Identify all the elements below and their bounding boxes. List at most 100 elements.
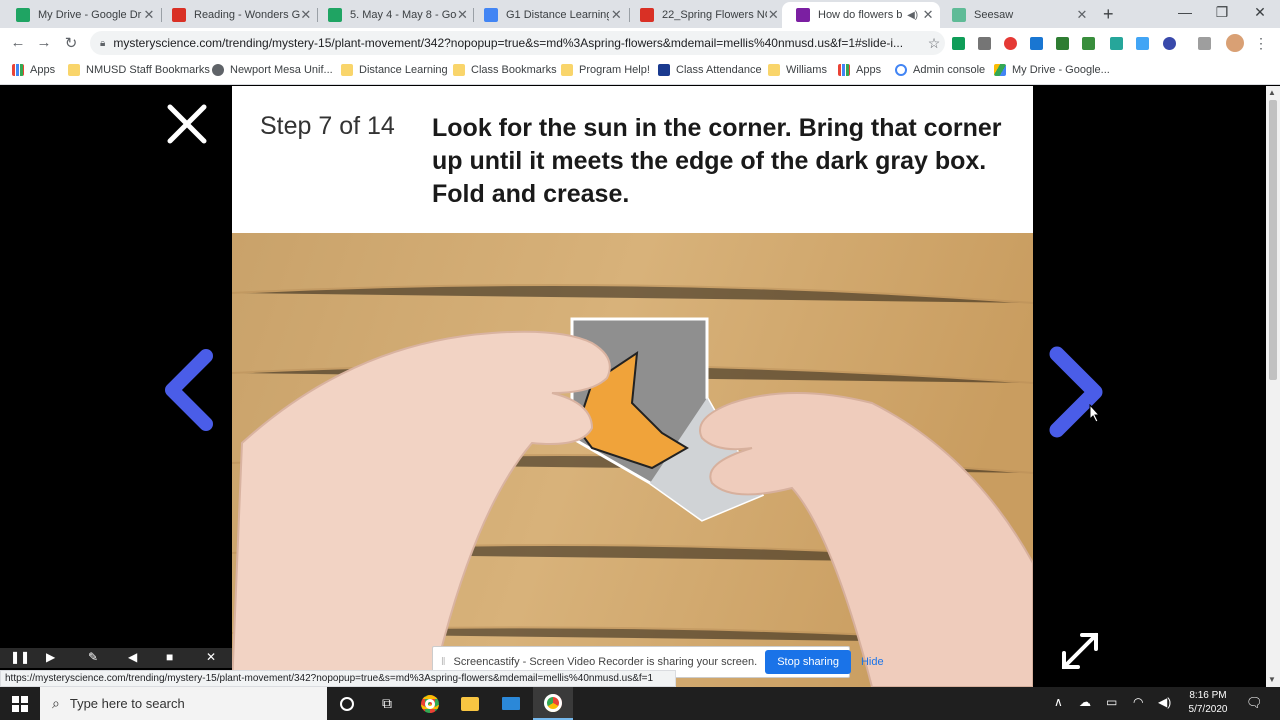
bookmark-label: NMUSD Staff Bookmarks: [86, 64, 210, 76]
scroll-up-icon[interactable]: ▲: [1268, 88, 1276, 97]
search-placeholder: Type here to search: [69, 696, 185, 711]
bookmark-distance-learning[interactable]: Distance Learning: [341, 64, 448, 76]
show-hidden-icons-icon[interactable]: ∧: [1054, 695, 1063, 709]
scroll-down-icon[interactable]: ▼: [1268, 675, 1276, 684]
close-tab-icon[interactable]: ✕: [300, 7, 312, 23]
video-controls-bar: ❚❚ ▶ ✎ ◀ ■ ✕: [0, 648, 232, 668]
tab-how-do-flowers[interactable]: How do flowers bloom? ◀) ✕: [782, 2, 940, 28]
drag-handle-icon[interactable]: ‖: [441, 656, 446, 668]
stop-sharing-button[interactable]: Stop sharing: [765, 650, 851, 674]
tab-seesaw[interactable]: Seesaw ✕: [938, 2, 1096, 28]
close-icon[interactable]: [165, 102, 209, 146]
extension-icon[interactable]: [1110, 37, 1123, 50]
taskbar-search[interactable]: ⌕ Type here to search: [40, 687, 327, 720]
tab-my-drive[interactable]: My Drive - Google Drive ✕: [2, 2, 162, 28]
file-explorer-icon[interactable]: [450, 687, 490, 720]
bookmark-apps-2[interactable]: Apps: [838, 64, 881, 76]
close-tab-icon[interactable]: ✕: [922, 7, 934, 23]
bookmark-admin-console[interactable]: Admin console: [895, 64, 985, 76]
extension-icon[interactable]: [1030, 37, 1043, 50]
close-window-icon[interactable]: ✕: [1250, 4, 1270, 21]
avatar[interactable]: [1226, 34, 1244, 52]
speaker-icon[interactable]: ◀): [907, 10, 918, 21]
tab-may-drive[interactable]: 5. May 4 - May 8 - Google Drive ✕: [314, 2, 474, 28]
tab-title: G1 Distance Learning: [506, 9, 609, 21]
address-bar[interactable]: 🔒︎ mysteryscience.com/trending/mystery-1…: [90, 31, 945, 55]
close-tab-icon[interactable]: ✕: [457, 7, 468, 23]
bookmark-program-help[interactable]: Program Help!: [561, 64, 650, 76]
previous-slide-arrow-icon[interactable]: [160, 348, 216, 432]
hide-button[interactable]: Hide: [861, 656, 884, 668]
menu-kebab-icon[interactable]: ⋮: [1254, 35, 1268, 52]
google-icon: [895, 64, 907, 76]
mail-icon[interactable]: [491, 687, 531, 720]
bookmark-apps[interactable]: Apps: [12, 64, 55, 76]
browser-toolbar: ← → ↻ 🔒︎ mysteryscience.com/trending/mys…: [0, 28, 1280, 58]
tab-title: Reading - Wonders Grade 1: [194, 9, 300, 21]
minimize-icon[interactable]: —: [1175, 4, 1195, 20]
speaker-icon[interactable]: ◀: [128, 650, 137, 664]
drive-icon: [328, 8, 342, 22]
pen-icon[interactable]: ✎: [88, 650, 98, 664]
extension-icon[interactable]: [1163, 37, 1176, 50]
apps-grid-icon: [838, 64, 850, 76]
windows-logo-icon: [12, 695, 28, 712]
close-tab-icon[interactable]: ✕: [142, 7, 156, 23]
back-icon[interactable]: ←: [8, 34, 28, 51]
camera-icon[interactable]: ■: [166, 650, 173, 664]
extension-icon[interactable]: [978, 37, 991, 50]
page-viewport: Step 7 of 14 Look for the sun in the cor…: [0, 86, 1266, 687]
reload-icon[interactable]: ↻: [61, 34, 81, 52]
chrome-active-icon[interactable]: [533, 687, 573, 720]
bookmark-label: Admin console: [913, 64, 986, 76]
drive-icon: [994, 64, 1006, 76]
new-tab-button[interactable]: +: [1103, 4, 1114, 25]
tab-reading[interactable]: Reading - Wonders Grade 1 ✕: [158, 2, 318, 28]
next-slide-arrow-icon[interactable]: [1045, 344, 1107, 440]
extension-icon[interactable]: [952, 37, 965, 50]
aeries-icon: [658, 64, 670, 76]
lock-icon[interactable]: 🔒︎: [100, 38, 105, 49]
scrollbar-thumb[interactable]: [1269, 100, 1277, 380]
tab-spring-flowers[interactable]: 22_Spring Flowers NGSS ✕: [626, 2, 786, 28]
close-tab-icon[interactable]: ✕: [1074, 7, 1090, 23]
bookmark-label: Williams: [786, 64, 827, 76]
close-icon[interactable]: ✕: [206, 650, 216, 664]
task-view-icon[interactable]: ⧉: [367, 687, 407, 720]
search-icon: ⌕: [52, 695, 60, 711]
sharing-message: Screencastify - Screen Video Recorder is…: [453, 656, 758, 668]
docs-icon: [484, 8, 498, 22]
notifications-icon[interactable]: 🗨︎: [1246, 695, 1263, 711]
pause-icon[interactable]: ❚❚: [10, 650, 30, 664]
wifi-icon[interactable]: ◠: [1133, 695, 1143, 709]
chrome-icon[interactable]: [410, 687, 450, 720]
bookmark-label: Class Bookmarks: [471, 64, 557, 76]
close-tab-icon[interactable]: ✕: [767, 7, 780, 23]
vertical-scrollbar[interactable]: ▲ ▼: [1266, 86, 1280, 687]
bookmark-williams[interactable]: Williams: [768, 64, 827, 76]
fullscreen-expand-icon[interactable]: [1058, 629, 1102, 673]
start-button[interactable]: [0, 687, 40, 720]
bookmark-my-drive[interactable]: My Drive - Google...: [994, 64, 1110, 76]
bookmark-nmusd-staff[interactable]: NMUSD Staff Bookmarks: [68, 64, 210, 76]
extension-icon[interactable]: [1004, 37, 1017, 50]
restore-icon[interactable]: ❐: [1212, 4, 1232, 21]
onedrive-icon[interactable]: ☁: [1079, 695, 1091, 709]
tab-distance-learning[interactable]: G1 Distance Learning ✕: [470, 2, 630, 28]
battery-icon[interactable]: ▭: [1106, 695, 1117, 709]
forward-icon[interactable]: →: [34, 34, 54, 51]
volume-icon[interactable]: ◀): [1158, 695, 1171, 709]
bookmark-newport-mesa[interactable]: Newport Mesa Unif...: [212, 64, 333, 76]
bookmark-class-attendance[interactable]: Class Attendance: [658, 64, 762, 76]
close-tab-icon[interactable]: ✕: [609, 7, 624, 23]
bookmark-class-bookmarks[interactable]: Class Bookmarks: [453, 64, 557, 76]
system-clock[interactable]: 8:16 PM 5/7/2020: [1180, 689, 1236, 717]
play-icon[interactable]: ▶: [46, 650, 55, 664]
bookmark-star-icon[interactable]: ☆: [923, 35, 945, 52]
extension-icon[interactable]: [1082, 37, 1095, 50]
extension-icon[interactable]: [1056, 37, 1069, 50]
reading-list-icon[interactable]: [1198, 37, 1211, 50]
cortana-icon[interactable]: [327, 687, 367, 720]
clock-date: 5/7/2020: [1188, 704, 1228, 715]
extension-icon[interactable]: [1136, 37, 1149, 50]
